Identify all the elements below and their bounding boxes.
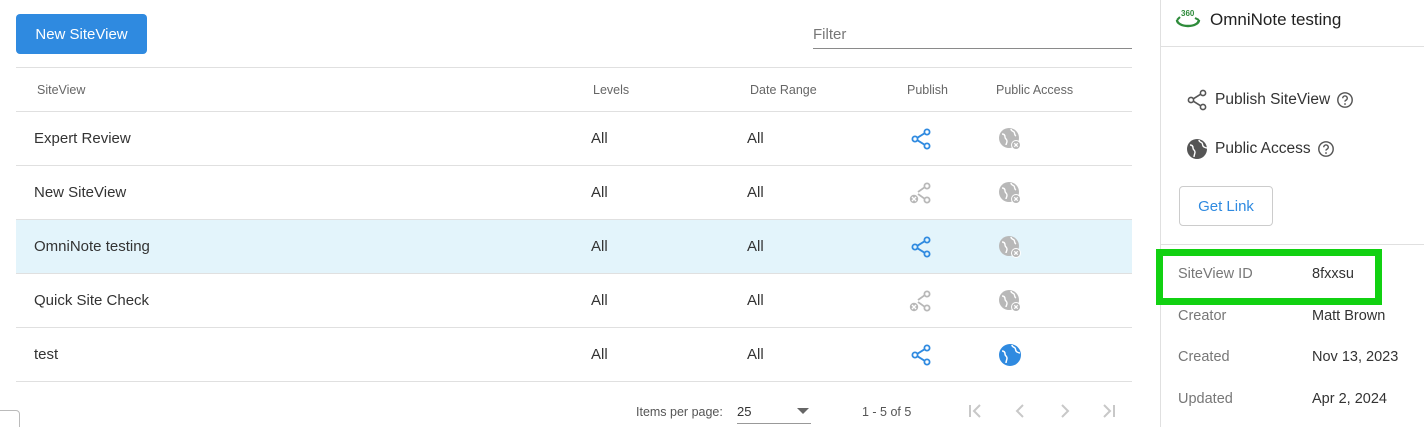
updated-value: Apr 2, 2024: [1312, 391, 1387, 407]
siteview-id-label: SiteView ID: [1178, 266, 1253, 282]
globe-off-icon: [999, 290, 1021, 312]
cell-date-range: All: [747, 184, 764, 201]
previous-page-icon[interactable]: [1010, 401, 1030, 421]
siteview-list-panel: New SiteView SiteView Levels Date Range …: [0, 0, 1160, 427]
cell-siteview-name: test: [34, 346, 59, 363]
help-icon[interactable]: [1317, 140, 1335, 158]
siteview-table: SiteView Levels Date Range Publish Publi…: [16, 67, 1132, 382]
omninote-360-logo-icon: 360: [1175, 9, 1201, 28]
paginator: Items per page: 25 1 - 5 of 5: [0, 395, 1160, 427]
detail-title: OmniNote testing: [1210, 10, 1342, 29]
updated-label: Updated: [1178, 391, 1233, 407]
publish-toggle[interactable]: [909, 288, 933, 314]
cell-levels: All: [591, 346, 608, 363]
creator-label: Creator: [1178, 308, 1227, 324]
items-per-page-value: 25: [737, 404, 752, 419]
dropdown-caret-icon: [797, 408, 809, 414]
globe-off-icon: [999, 182, 1021, 204]
items-per-page-label: Items per page:: [636, 405, 723, 419]
table-row[interactable]: test All All: [16, 328, 1132, 382]
public-access-toggle[interactable]: [998, 234, 1022, 260]
items-per-page-select[interactable]: 25: [737, 400, 811, 424]
globe-icon: [999, 344, 1021, 366]
table-row[interactable]: OmniNote testing All All: [16, 220, 1132, 274]
filter-field[interactable]: [813, 20, 1132, 49]
first-page-icon[interactable]: [965, 401, 985, 421]
header-levels[interactable]: Levels: [593, 83, 629, 97]
created-value: Nov 13, 2023: [1312, 349, 1399, 365]
table-row[interactable]: Expert Review All All: [16, 112, 1132, 166]
new-siteview-button[interactable]: New SiteView: [16, 14, 147, 54]
next-page-icon[interactable]: [1055, 401, 1075, 421]
header-siteview[interactable]: SiteView: [37, 83, 85, 97]
corner-tab[interactable]: [0, 410, 20, 427]
share-icon: [1187, 89, 1207, 111]
public-access-toggle[interactable]: [998, 342, 1022, 368]
public-access-toggle[interactable]: [998, 180, 1022, 206]
cell-levels: All: [591, 292, 608, 309]
table-row[interactable]: Quick Site Check All All: [16, 274, 1132, 328]
creator-value: Matt Brown: [1312, 308, 1386, 324]
page-range: 1 - 5 of 5: [862, 405, 912, 419]
publish-siteview-label: Publish SiteView: [1215, 91, 1331, 108]
share-off-icon: [909, 290, 931, 312]
help-icon[interactable]: [1336, 91, 1354, 109]
publish-toggle[interactable]: [909, 342, 933, 368]
siteview-detail-panel: 360 OmniNote testing Publish SiteView Pu…: [1156, 0, 1424, 427]
share-icon: [911, 236, 931, 258]
publish-toggle[interactable]: [909, 180, 933, 206]
created-label: Created: [1178, 349, 1230, 365]
cell-levels: All: [591, 238, 608, 255]
cell-siteview-name: New SiteView: [34, 184, 127, 201]
table-row[interactable]: New SiteView All All: [16, 166, 1132, 220]
header-public-access[interactable]: Public Access: [996, 83, 1073, 97]
table-header: SiteView Levels Date Range Publish Publi…: [16, 67, 1132, 112]
publish-toggle[interactable]: [909, 234, 933, 260]
public-access-label: Public Access: [1215, 140, 1311, 157]
get-link-button[interactable]: Get Link: [1179, 186, 1273, 226]
cell-siteview-name: Expert Review: [34, 130, 131, 147]
detail-header: 360 OmniNote testing: [1161, 0, 1424, 47]
publish-siteview-option[interactable]: Publish SiteView: [1185, 88, 1354, 112]
cell-siteview-name: OmniNote testing: [34, 238, 150, 255]
filter-input[interactable]: [813, 20, 1132, 48]
cell-siteview-name: Quick Site Check: [34, 292, 150, 309]
globe-off-icon: [999, 128, 1021, 150]
publish-toggle[interactable]: [909, 126, 933, 152]
public-access-option[interactable]: Public Access: [1185, 137, 1335, 161]
public-access-toggle[interactable]: [998, 288, 1022, 314]
cell-date-range: All: [747, 346, 764, 363]
share-icon: [911, 128, 931, 150]
divider: [1161, 244, 1424, 245]
cell-levels: All: [591, 130, 608, 147]
last-page-icon[interactable]: [1099, 401, 1119, 421]
globe-icon: [1187, 139, 1208, 159]
share-icon: [911, 344, 931, 366]
svg-text:360: 360: [1181, 9, 1195, 18]
cell-date-range: All: [747, 238, 764, 255]
cell-date-range: All: [747, 292, 764, 309]
header-publish[interactable]: Publish: [907, 83, 948, 97]
share-off-icon: [909, 182, 931, 204]
cell-date-range: All: [747, 130, 764, 147]
public-access-toggle[interactable]: [998, 126, 1022, 152]
cell-levels: All: [591, 184, 608, 201]
header-date-range[interactable]: Date Range: [750, 83, 817, 97]
globe-off-icon: [999, 236, 1021, 258]
siteview-id-value: 8fxxsu: [1312, 266, 1354, 282]
